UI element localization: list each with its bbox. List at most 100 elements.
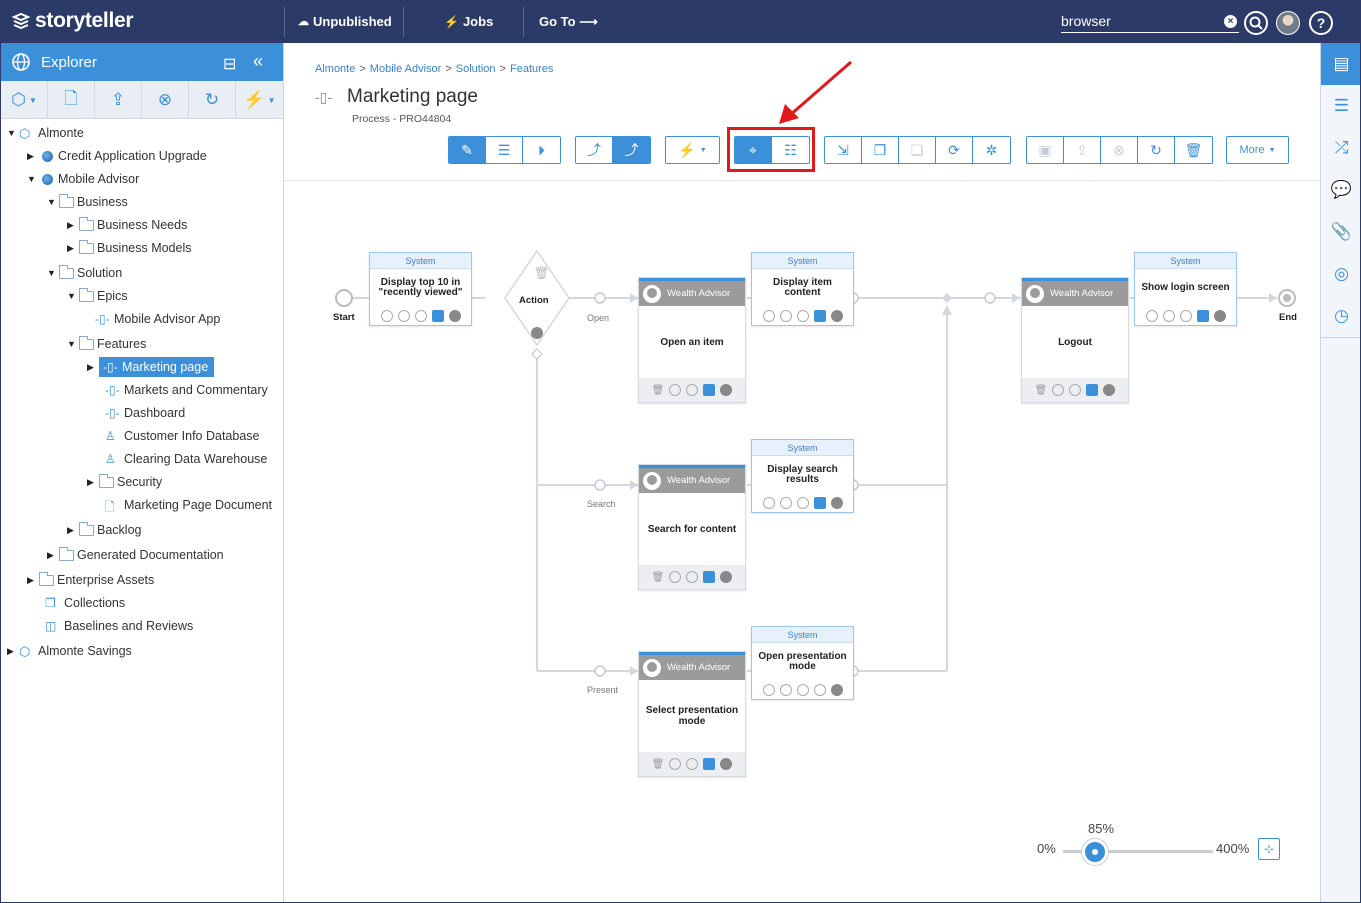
more-icon[interactable] xyxy=(1213,310,1226,322)
help-icon[interactable]: ? xyxy=(1309,11,1333,35)
comment-icon[interactable] xyxy=(669,758,682,770)
link-icon[interactable] xyxy=(796,310,809,322)
new-item-menu-button[interactable]: ⬡ ▼ xyxy=(1,81,48,119)
search-icon[interactable] xyxy=(1244,11,1268,35)
jobs-button[interactable]: ⚡ Jobs xyxy=(444,14,493,29)
image-icon[interactable] xyxy=(813,497,826,509)
more-icon[interactable] xyxy=(830,684,843,696)
user-task[interactable]: Wealth Advisor Select presentation mode … xyxy=(638,651,746,777)
tree-node-generated-documentation[interactable]: ▶ Generated Documentation xyxy=(47,545,224,565)
attachments-tab[interactable]: 📎 xyxy=(1321,211,1360,253)
breadcrumb-link[interactable]: Almonte xyxy=(315,63,355,75)
tree-node-features[interactable]: ▼ Features xyxy=(67,334,146,354)
publish-button[interactable]: ⇪ xyxy=(95,81,142,119)
fit-to-screen-button[interactable]: ⊹ xyxy=(1258,838,1280,860)
link-icon[interactable] xyxy=(686,384,699,396)
breadcrumb-link[interactable]: Mobile Advisor xyxy=(370,63,442,75)
more-icon[interactable] xyxy=(1103,384,1116,396)
new-document-button[interactable]: 🗋 xyxy=(48,81,95,119)
edit-button[interactable]: ✎ xyxy=(449,137,486,163)
tree-node-marketing-page[interactable]: ▶ -▯- Marketing page xyxy=(87,357,215,377)
screen-icon[interactable] xyxy=(1086,384,1099,396)
more-icon[interactable] xyxy=(830,497,843,509)
link-icon[interactable] xyxy=(1069,384,1082,396)
comment-icon[interactable] xyxy=(397,310,410,322)
tree-node-security[interactable]: ▶ Security xyxy=(87,472,162,492)
clear-search-icon[interactable]: × xyxy=(1224,15,1237,28)
sync-button[interactable]: ⟳ xyxy=(936,137,973,163)
tree-node-enterprise-assets[interactable]: ▶ Enterprise Assets xyxy=(27,570,154,590)
search-input[interactable] xyxy=(1061,13,1219,29)
trash-icon[interactable]: 🗑 xyxy=(652,759,665,770)
tree-node-baselines-and-reviews[interactable]: ◫ Baselines and Reviews xyxy=(45,616,193,636)
link-icon[interactable] xyxy=(796,684,809,696)
tree-node-epics[interactable]: ▼ Epics xyxy=(67,286,128,306)
decision-label[interactable]: Action xyxy=(519,295,549,306)
tree-node-solution[interactable]: ▼ Solution xyxy=(47,263,122,283)
tree-node-customer-info-database[interactable]: ♙ Customer Info Database xyxy=(105,426,260,446)
tree-node-mobile-advisor[interactable]: ▼ Mobile Advisor xyxy=(27,169,139,189)
logo[interactable]: storyteller xyxy=(11,9,134,33)
save-button[interactable]: ▣ xyxy=(1027,137,1064,163)
play-icon[interactable] xyxy=(762,310,775,322)
user-task[interactable]: Wealth Advisor Search for content 🗑 xyxy=(638,464,746,590)
image-icon[interactable] xyxy=(1196,310,1209,322)
tree-node-almonte-savings[interactable]: ▶ ⬡ Almonte Savings xyxy=(7,641,132,661)
relations-tab[interactable]: ⤮ xyxy=(1321,127,1360,169)
tree-node-backlog[interactable]: ▶ Backlog xyxy=(67,520,141,540)
screen-icon[interactable] xyxy=(703,384,716,396)
trash-icon[interactable]: 🗑 xyxy=(534,266,549,280)
delete-button[interactable]: 🗑 xyxy=(1175,137,1212,163)
tree-node-mobile-advisor-app[interactable]: -▯- Mobile Advisor App xyxy=(95,309,220,329)
actions-menu-button[interactable]: ⚡ ▼ xyxy=(236,81,283,119)
properties-tab[interactable]: ▤ xyxy=(1321,43,1360,85)
tree-node-business-models[interactable]: ▶ Business Models xyxy=(67,238,192,258)
play-icon[interactable] xyxy=(1145,310,1158,322)
tree-node-markets-and-commentary[interactable]: -▯- Markets and Commentary xyxy=(105,380,268,400)
image-icon[interactable] xyxy=(813,310,826,322)
screen-icon[interactable] xyxy=(703,571,716,583)
image-icon[interactable] xyxy=(813,684,826,696)
discard-button[interactable]: ⊗ xyxy=(1101,137,1138,163)
comment-icon[interactable] xyxy=(779,310,792,322)
comments-tab[interactable]: 💬 xyxy=(1321,169,1360,211)
comment-icon[interactable] xyxy=(1052,384,1065,396)
flow-layout-button[interactable]: ⤴ xyxy=(613,137,650,163)
tree-node-collections[interactable]: ❐ Collections xyxy=(45,593,125,613)
refresh-button[interactable]: ↻ xyxy=(189,81,236,119)
trash-icon[interactable]: 🗑 xyxy=(1035,385,1048,396)
screen-icon[interactable] xyxy=(703,758,716,770)
paste-button[interactable]: ❏ xyxy=(899,137,936,163)
tree-node-clearing-data-warehouse[interactable]: ♙ Clearing Data Warehouse xyxy=(105,449,267,469)
goto-button[interactable]: Go To ⟶ xyxy=(539,14,598,30)
comment-icon[interactable] xyxy=(669,571,682,583)
system-task[interactable]: System Open presentation mode xyxy=(751,626,854,700)
user-avatar[interactable] xyxy=(1276,11,1300,35)
system-task[interactable]: System Display item content xyxy=(751,252,854,326)
tree-node-marketing-page-document[interactable]: 🗋 Marketing Page Document xyxy=(105,495,272,515)
link-icon[interactable] xyxy=(414,310,427,322)
tree-node-dashboard[interactable]: -▯- Dashboard xyxy=(105,403,185,423)
play-icon[interactable] xyxy=(762,497,775,509)
copy-button[interactable]: ❐ xyxy=(862,137,899,163)
trash-icon[interactable]: 🗑 xyxy=(652,572,665,583)
auto-layout-button[interactable]: ✲ xyxy=(973,137,1010,163)
user-task[interactable]: Wealth Advisor Logout 🗑 xyxy=(1021,277,1129,403)
tree-node-business-needs[interactable]: ▶ Business Needs xyxy=(67,215,187,235)
link-icon[interactable] xyxy=(686,571,699,583)
refresh-button[interactable]: ↻ xyxy=(1138,137,1175,163)
tree-node-business[interactable]: ▼ Business xyxy=(47,192,128,212)
link-icon[interactable] xyxy=(796,497,809,509)
zoom-slider-handle[interactable] xyxy=(1081,839,1108,865)
system-task[interactable]: System Show login screen xyxy=(1134,252,1237,326)
play-icon[interactable] xyxy=(380,310,393,322)
list-view-button[interactable]: ☰ xyxy=(486,137,523,163)
collapse-panel-icon[interactable]: « xyxy=(253,51,263,72)
system-task[interactable]: System Display top 10 in "recently viewe… xyxy=(369,252,472,326)
breadcrumb-link[interactable]: Solution xyxy=(456,63,496,75)
layout-toggle-icon[interactable]: ⊟ xyxy=(223,54,236,74)
more-button[interactable]: More ▼ xyxy=(1226,136,1289,164)
comment-icon[interactable] xyxy=(1162,310,1175,322)
comment-icon[interactable] xyxy=(779,684,792,696)
link-icon[interactable] xyxy=(686,758,699,770)
